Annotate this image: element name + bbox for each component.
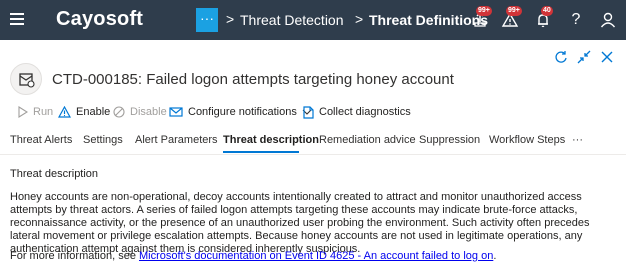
active-tab-indicator [223,151,299,153]
run-button[interactable]: Run [18,104,53,120]
configure-notifications-button[interactable]: Configure notifications [169,104,317,120]
collect-diagnostics-button[interactable]: Collect diagnostics [302,104,411,120]
close-icon[interactable] [600,50,614,69]
more-info-line: For more information, see Microsoft's do… [10,250,496,262]
tabs-divider [0,154,626,155]
play-icon [18,106,28,118]
page-title: CTD-000185: Failed logon attempts target… [52,71,454,88]
tab-suppression[interactable]: Suppression [419,134,480,146]
tab-remediation-advice[interactable]: Remediation advice [319,134,416,146]
breadcrumb-chevron-icon: > [355,11,364,27]
collect-diagnostics-label: Collect diagnostics [319,106,411,118]
brand-logo[interactable]: Cayosoft [56,8,143,31]
breadcrumb-chevron-icon: > [226,11,235,27]
warning-icon [58,106,71,118]
tab-alert-parameters[interactable]: Alert Parameters [135,134,218,146]
refresh-icon[interactable] [554,50,568,69]
enable-label: Enable [76,106,111,118]
top-bar: Cayosoft ··· > Threat Detection > Threat… [0,0,626,40]
more-apps-button[interactable]: ··· [196,8,218,32]
threat-definition-icon [10,63,42,95]
warnings-badge: 99+ [506,6,522,16]
help-icon[interactable]: ? [566,10,586,30]
run-label: Run [33,106,54,118]
disable-label: Disable [130,106,167,118]
threat-description-text: Honey accounts are non-operational, deco… [10,191,590,255]
breadcrumb-threat-detection[interactable]: Threat Detection [240,12,344,28]
user-icon[interactable] [598,10,618,30]
microsoft-docs-link[interactable]: Microsoft's documentation on Event ID 46… [139,250,493,262]
disable-button[interactable]: Disable [113,104,167,120]
more-info-prefix: For more information, see [10,250,139,262]
menu-icon[interactable] [10,13,24,27]
tab-workflow-steps[interactable]: Workflow Steps [489,134,565,146]
collapse-icon[interactable] [577,50,591,69]
mail-icon [169,107,183,117]
configure-notifications-label: Configure notifications [188,106,297,118]
document-icon [303,105,314,119]
notifications-badge: 40 [541,6,553,16]
more-info-suffix: . [493,250,497,262]
tabs-overflow-button[interactable]: ··· [572,134,583,146]
enable-button[interactable]: Enable [58,104,110,120]
tab-settings[interactable]: Settings [83,134,123,146]
block-icon [113,106,125,118]
tab-threat-description[interactable]: Threat description [223,134,319,146]
tab-threat-alerts[interactable]: Threat Alerts [10,134,72,146]
alerts-badge: 99+ [476,6,492,16]
section-title: Threat description [10,168,99,180]
